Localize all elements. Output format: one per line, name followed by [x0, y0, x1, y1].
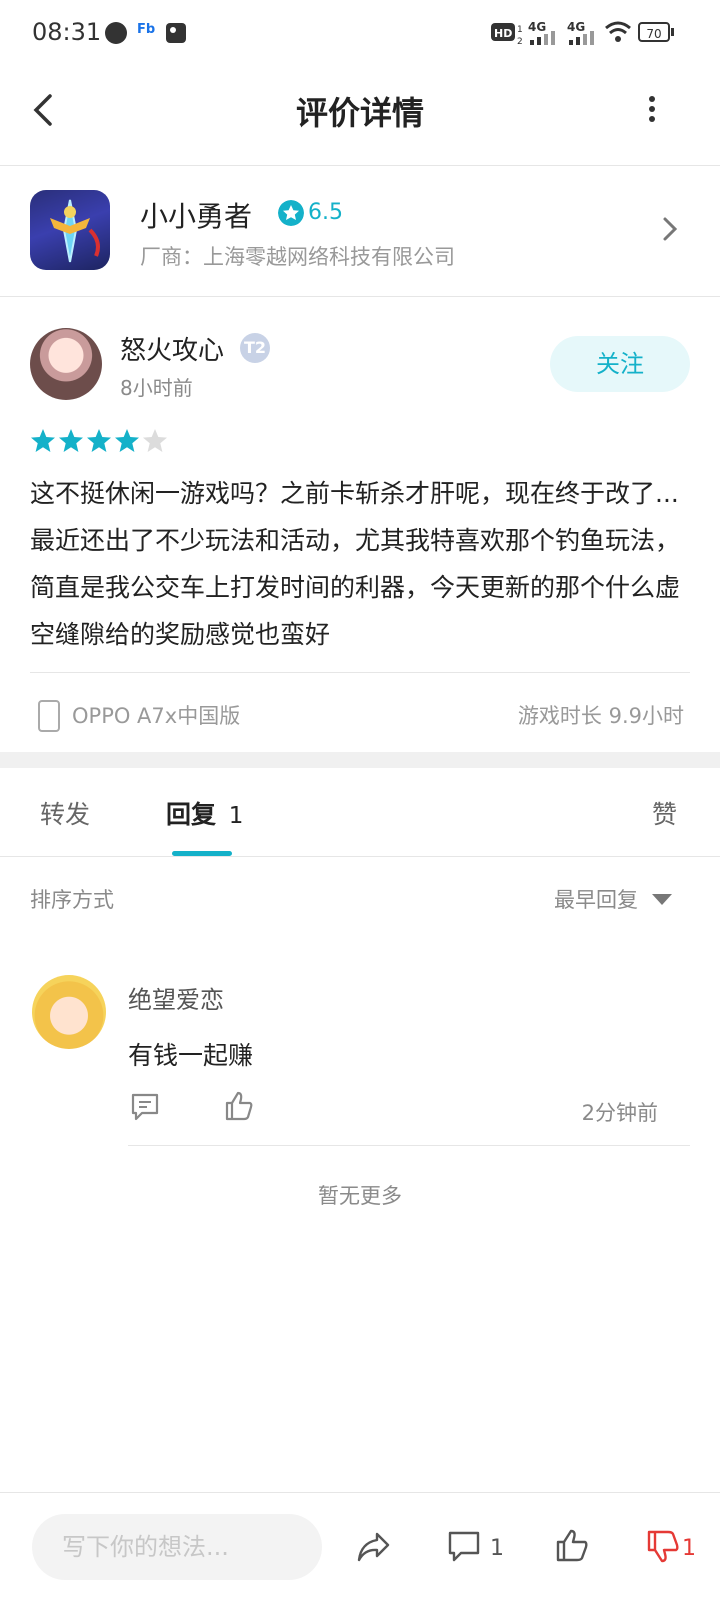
avatar[interactable]	[30, 328, 102, 400]
tab-reply-count: 1	[228, 803, 244, 829]
review-time: 8小时前	[120, 376, 193, 400]
reply-time: 2分钟前	[581, 1101, 658, 1125]
star-filled-icon	[115, 429, 139, 452]
reply-divider	[128, 1145, 690, 1146]
playtime-label: 游戏时长 9.9小时	[517, 704, 684, 728]
page-title: 评价详情	[295, 94, 424, 132]
hd-icon: HD 1 2	[491, 23, 523, 46]
battery-tip	[671, 28, 674, 36]
game-name[interactable]: 小小勇者	[140, 195, 252, 235]
chevron-right-icon[interactable]	[660, 215, 680, 243]
game-rating: 6.5	[308, 200, 343, 225]
star-empty-icon	[143, 429, 167, 452]
reply-text: 有钱一起赚	[128, 1041, 254, 1070]
comment-input[interactable]: 写下你的想法...	[32, 1514, 322, 1580]
no-more-label: 暂无更多	[318, 1184, 402, 1208]
svg-text:HD: HD	[494, 27, 512, 40]
share-icon[interactable]	[355, 1530, 391, 1564]
sort-dropdown[interactable]: 最早回复	[554, 884, 638, 914]
device-label: OPPO A7x中国版	[72, 704, 241, 728]
signal-icon-2	[569, 31, 594, 45]
star-rating	[30, 428, 170, 458]
tab-reply[interactable]: 回复 1	[166, 795, 243, 831]
header-divider	[0, 165, 720, 166]
comment-icon[interactable]	[447, 1530, 481, 1564]
rating-star-icon	[278, 200, 304, 226]
tabs-divider	[0, 856, 720, 857]
svg-text:1: 1	[517, 25, 523, 35]
gallery-icon	[166, 23, 186, 43]
app-badge-icon: Fb	[137, 22, 156, 37]
more-options-icon[interactable]	[640, 94, 664, 126]
follow-button[interactable]: 关注	[550, 336, 690, 392]
dislike-count: 1	[682, 1536, 696, 1561]
dislike-icon[interactable]	[646, 1528, 680, 1564]
signal-icon-1	[530, 31, 555, 45]
star-filled-icon	[59, 429, 83, 452]
status-time: 08:31	[32, 18, 102, 46]
svg-text:2: 2	[517, 37, 523, 46]
chevron-down-icon[interactable]	[652, 894, 672, 905]
star-filled-icon	[31, 429, 55, 452]
section-separator	[0, 752, 720, 768]
bottom-bar-divider	[0, 1492, 720, 1493]
game-card-divider	[0, 296, 720, 297]
reply-like-icon[interactable]	[224, 1090, 254, 1122]
tab-forward[interactable]: 转发	[40, 795, 90, 831]
game-vendor: 厂商：上海零越网络科技有限公司	[140, 245, 455, 269]
reply-avatar[interactable]	[32, 975, 106, 1049]
level-badge: T2	[240, 333, 270, 363]
sort-label: 排序方式	[30, 888, 114, 912]
comment-count: 1	[490, 1536, 504, 1561]
tab-like[interactable]: 赞	[652, 795, 677, 831]
wifi-icon	[605, 21, 631, 42]
review-user-name[interactable]: 怒火攻心	[120, 330, 224, 367]
review-divider	[30, 672, 690, 673]
tab-reply-label: 回复	[166, 800, 217, 829]
star-filled-icon	[87, 429, 111, 452]
game-icon[interactable]	[30, 190, 110, 270]
speed-icon	[105, 22, 127, 44]
reply-comment-icon[interactable]	[130, 1092, 160, 1122]
reply-user-name[interactable]: 绝望爱恋	[128, 980, 224, 1015]
like-icon[interactable]	[555, 1528, 589, 1564]
review-text: 这不挺休闲一游戏吗？之前卡斩杀才肝呢，现在终于改了...最近还出了不少玩法和活动…	[30, 479, 681, 649]
phone-icon	[38, 700, 60, 732]
battery-icon: 70	[638, 22, 670, 42]
